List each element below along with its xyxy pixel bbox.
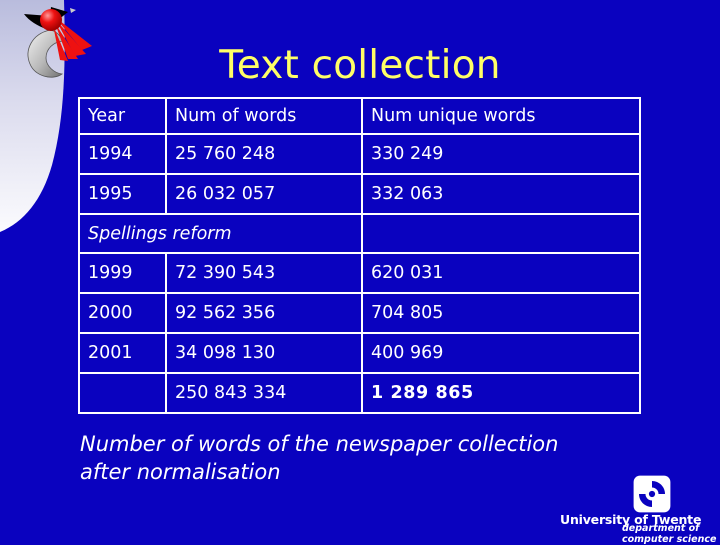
cell-total-year [78,374,167,414]
cell-year: 2000 [78,294,167,334]
table-row: 2001 34 098 130 400 969 [78,334,641,374]
caption-line-2: after normalisation [80,458,640,486]
table-total-row: 250 843 334 1 289 865 [78,374,641,414]
column-header-words: Num of words [167,97,363,135]
ut-dept-line-1: department of [622,524,720,535]
column-header-year: Year [78,97,167,135]
page-title: Text collection [0,44,720,88]
cell-total-words: 250 843 334 [167,374,363,414]
table-header-row: Year Num of words Num unique words [78,97,641,135]
text-collection-table: Year Num of words Num unique words 1994 … [78,97,641,414]
cell-year: 1994 [78,135,167,175]
cell-words: 72 390 543 [167,254,363,294]
cell-total-unique: 1 289 865 [363,374,641,414]
caption-line-1: Number of words of the newspaper collect… [80,430,640,458]
ut-logo-name: University of Twente [560,512,715,527]
table-row: 1994 25 760 248 330 249 [78,135,641,175]
table-row: 1999 72 390 543 620 031 [78,254,641,294]
cell-words: 34 098 130 [167,334,363,374]
cell-words: 92 562 356 [167,294,363,334]
cell-unique: 704 805 [363,294,641,334]
table-row: 2000 92 562 356 704 805 [78,294,641,334]
cell-year: 1999 [78,254,167,294]
cell-spellings-reform-note: Spellings reform [78,215,363,254]
table-row: 1995 26 032 057 332 063 [78,175,641,215]
column-header-unique: Num unique words [363,97,641,135]
cell-unique: 330 249 [363,135,641,175]
cell-unique: 400 969 [363,334,641,374]
cell-unique: 620 031 [363,254,641,294]
ut-logo-department: department of computer science [622,524,720,545]
cell-note-blank [363,215,641,254]
cell-year: 1995 [78,175,167,215]
cell-unique: 332 063 [363,175,641,215]
table-note-row: Spellings reform [78,215,641,254]
cell-year: 2001 [78,334,167,374]
table-caption: Number of words of the newspaper collect… [80,430,640,486]
cell-words: 26 032 057 [167,175,363,215]
cell-words: 25 760 248 [167,135,363,175]
